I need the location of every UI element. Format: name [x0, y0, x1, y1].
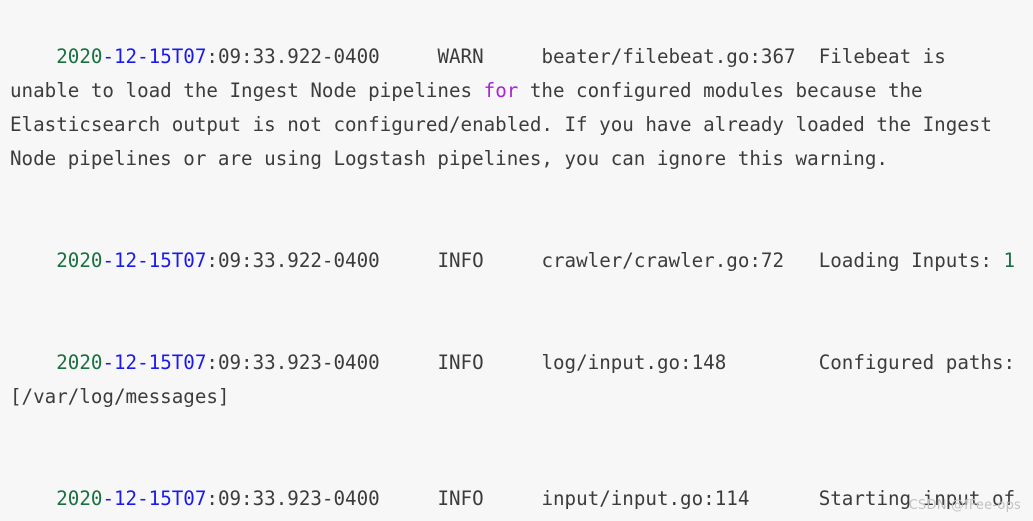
field-gap [749, 487, 818, 510]
field-gap [380, 487, 438, 510]
log-timestamp-year: 2020 [56, 45, 103, 68]
log-timestamp-year: 2020 [56, 487, 103, 510]
log-timestamp-date: -12-15T07 [102, 351, 207, 374]
log-source: input/input.go:114 [541, 487, 750, 510]
field-gap [726, 351, 818, 374]
log-timestamp-time: :09:33.922-0400 [206, 249, 380, 272]
log-keyword: for [483, 79, 519, 102]
field-gap [484, 351, 542, 374]
log-level: INFO [437, 487, 484, 510]
log-entry: 2020-12-15T07:09:33.923-0400 INFO input/… [10, 448, 1023, 521]
field-gap [484, 487, 542, 510]
field-gap [380, 351, 438, 374]
log-source: crawler/crawler.go:72 [541, 249, 785, 272]
log-timestamp-year: 2020 [56, 249, 103, 272]
log-entry: 2020-12-15T07:09:33.922-0400 WARN beater… [10, 6, 1023, 210]
log-level: INFO [437, 351, 484, 374]
csdn-watermark: CSDN @fFee-ops [908, 498, 1021, 513]
field-gap [784, 249, 819, 272]
log-level: WARN [437, 45, 484, 68]
field-gap [484, 249, 542, 272]
field-gap [484, 45, 542, 68]
log-source: log/input.go:148 [541, 351, 727, 374]
log-timestamp-time: :09:33.923-0400 [206, 487, 380, 510]
log-number: 1 [1003, 249, 1016, 272]
log-message: Loading Inputs: [818, 249, 1004, 272]
log-timestamp-time: :09:33.922-0400 [206, 45, 380, 68]
log-timestamp-date: -12-15T07 [102, 249, 207, 272]
log-timestamp-year: 2020 [56, 351, 103, 374]
log-entry: 2020-12-15T07:09:33.922-0400 INFO crawle… [10, 210, 1023, 312]
field-gap [380, 45, 438, 68]
log-console[interactable]: 2020-12-15T07:09:33.922-0400 WARN beater… [0, 0, 1033, 521]
field-gap [796, 45, 819, 68]
log-timestamp-date: -12-15T07 [102, 487, 207, 510]
log-level: INFO [437, 249, 484, 272]
field-gap [380, 249, 438, 272]
log-entry: 2020-12-15T07:09:33.923-0400 INFO log/in… [10, 312, 1023, 448]
log-timestamp-date: -12-15T07 [102, 45, 207, 68]
log-timestamp-time: :09:33.923-0400 [206, 351, 380, 374]
log-source: beater/filebeat.go:367 [541, 45, 796, 68]
